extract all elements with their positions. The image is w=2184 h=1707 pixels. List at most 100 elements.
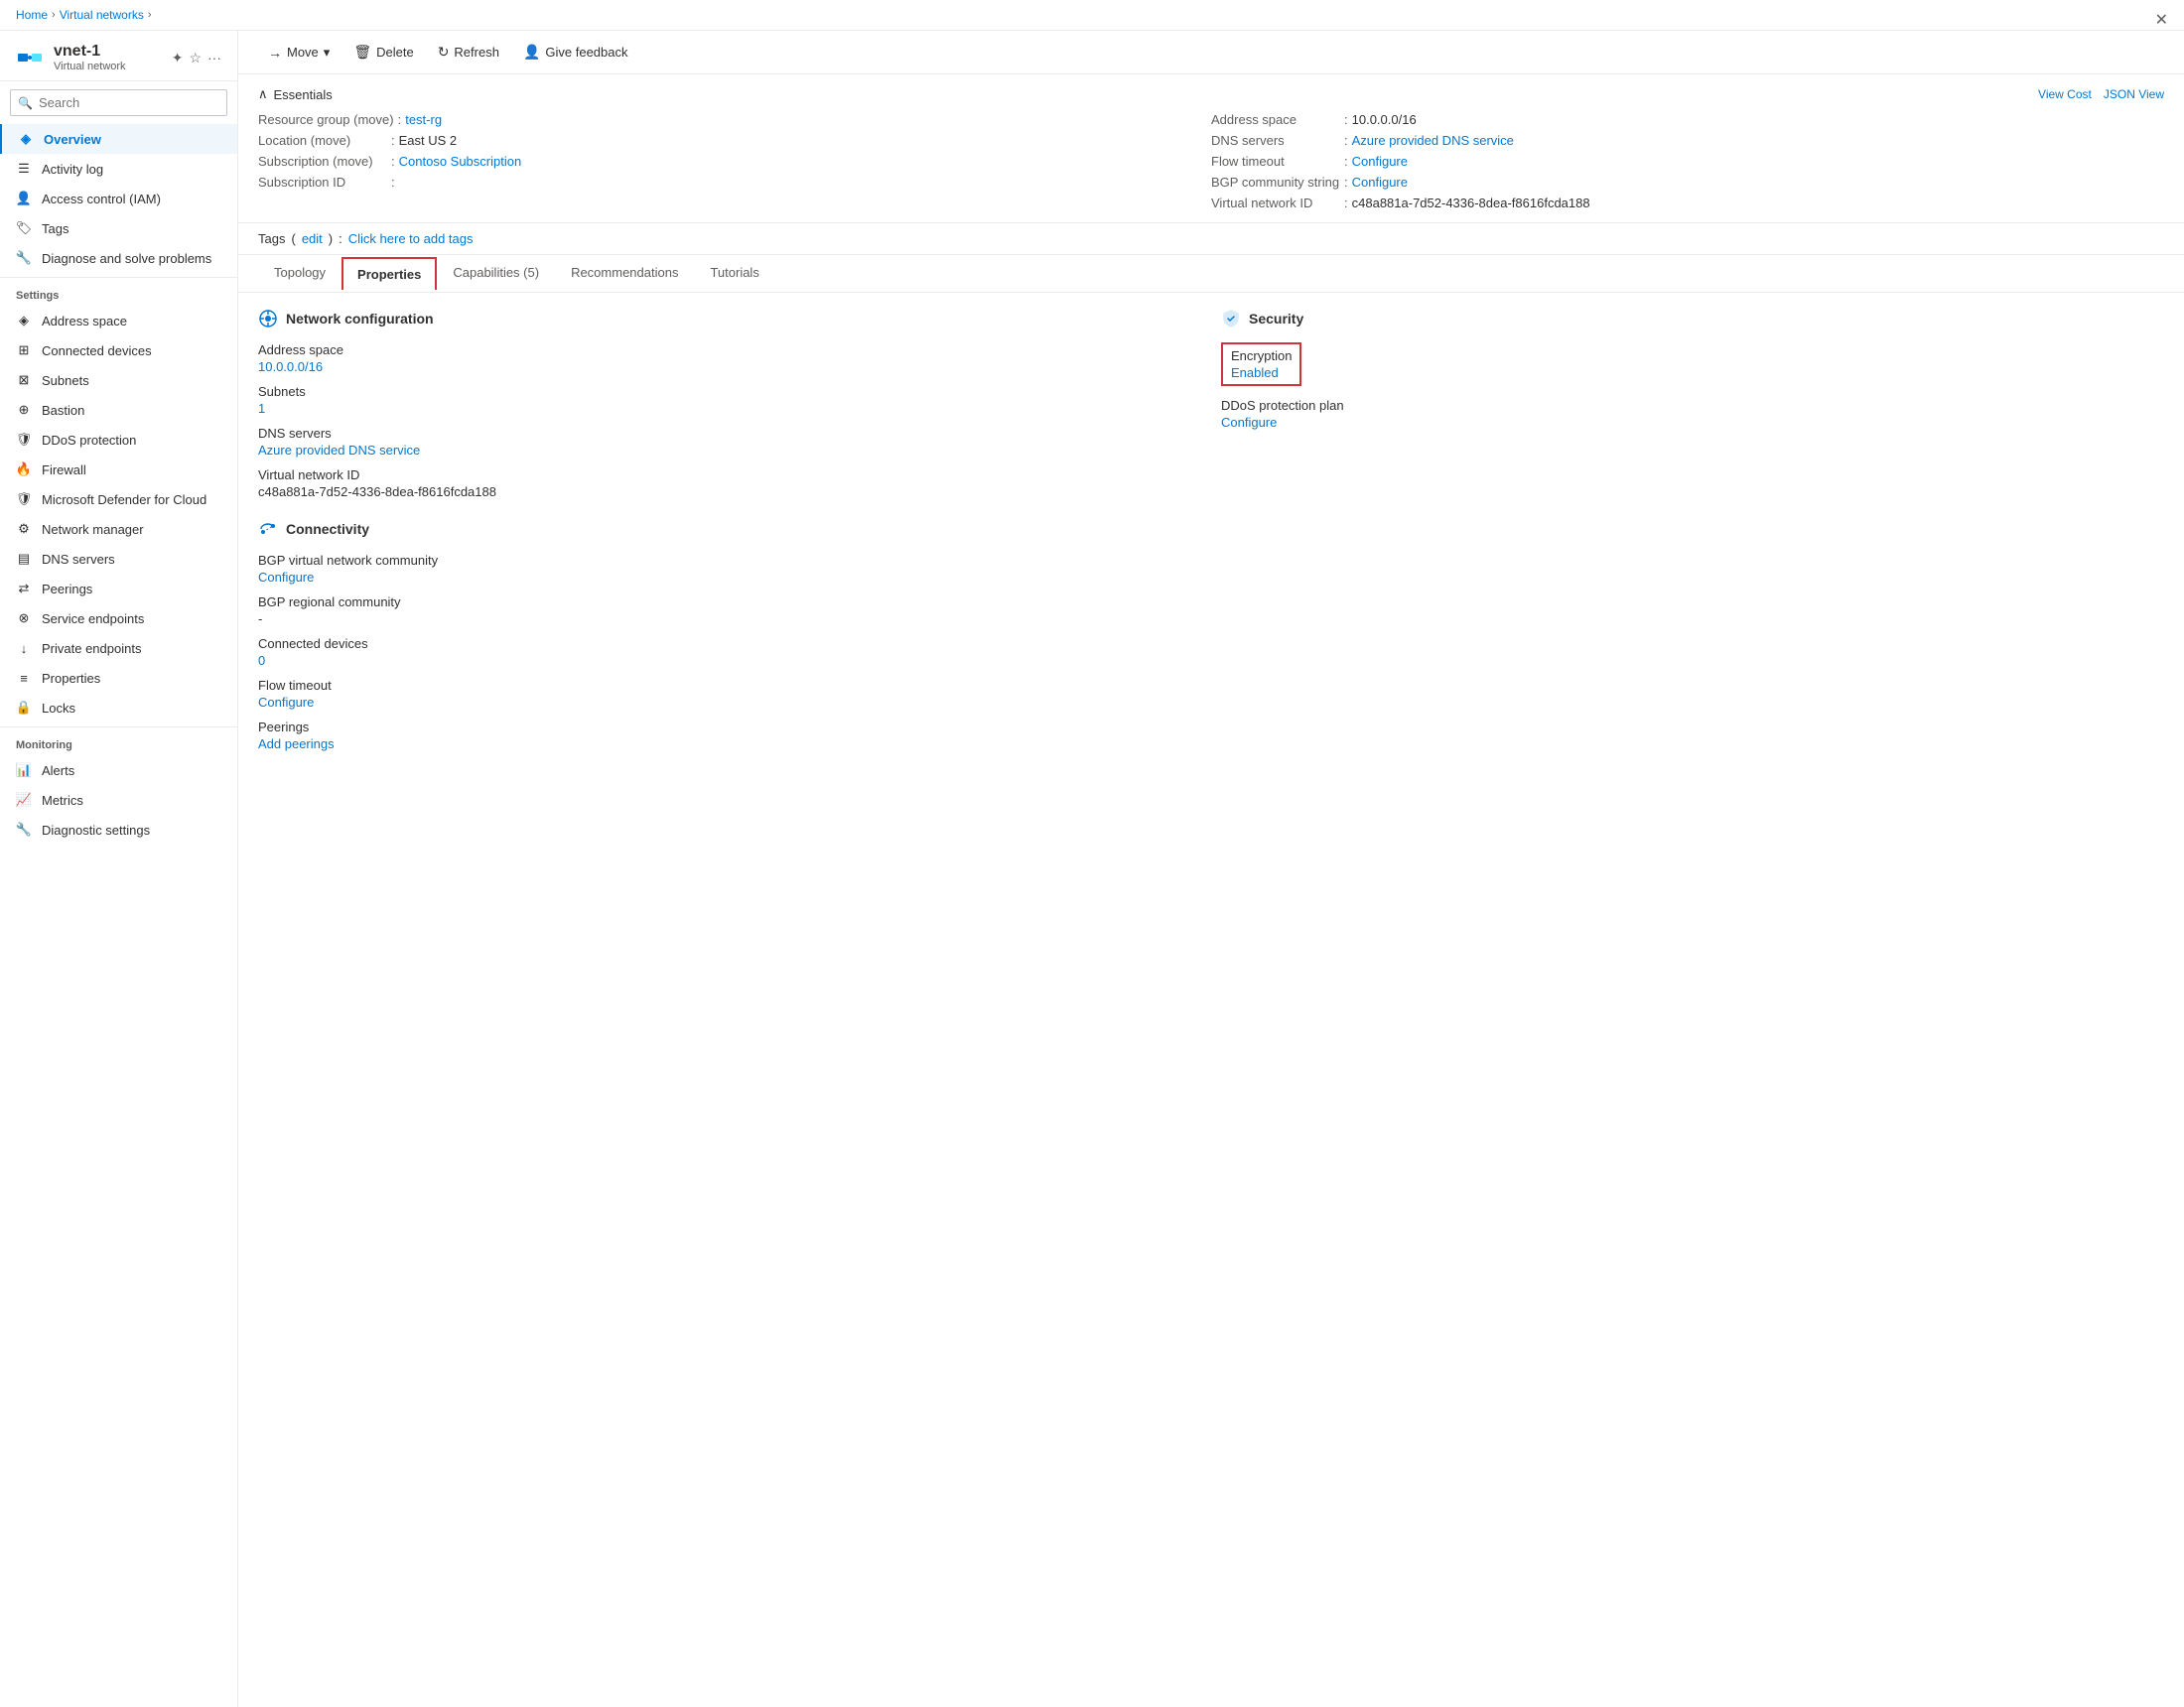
search-container: 🔍 — [10, 89, 227, 116]
breadcrumb-virtual-networks[interactable]: Virtual networks — [60, 8, 144, 22]
sidebar-item-locks[interactable]: 🔒Locks — [0, 693, 237, 722]
sidebar-item-address-space[interactable]: ◈Address space — [0, 306, 237, 335]
pin-icon[interactable]: ✦ — [172, 50, 184, 66]
tab-topology[interactable]: Topology — [258, 255, 341, 292]
sidebar-item-bastion[interactable]: ⊕Bastion — [0, 395, 237, 425]
toolbar: → Move ▾ 🗑 Delete ↻ Refresh 👤 Give feedb… — [238, 31, 2184, 74]
sidebar-item-metrics[interactable]: 📈Metrics — [0, 785, 237, 815]
star-icon[interactable]: ☆ — [189, 50, 202, 66]
move-button[interactable]: → Move ▾ — [258, 40, 340, 66]
sidebar-item-diagnostic-settings[interactable]: 🔧Diagnostic settings — [0, 815, 237, 845]
encryption-link[interactable]: Enabled — [1231, 365, 1279, 380]
add-peerings-link[interactable]: Add peerings — [258, 736, 335, 751]
tab-tutorials[interactable]: Tutorials — [694, 255, 774, 292]
properties-icon: ≡ — [16, 670, 32, 686]
sidebar-item-access-control[interactable]: 👤Access control (IAM) — [0, 184, 237, 213]
sidebar-item-private-endpoints[interactable]: ↓Private endpoints — [0, 633, 237, 663]
network-mgr-icon: ⚙ — [16, 521, 32, 537]
refresh-label: Refresh — [454, 45, 499, 60]
add-tags-link[interactable]: Click here to add tags — [348, 231, 474, 246]
essentials-label: Essentials — [274, 87, 333, 102]
view-cost-link[interactable]: View Cost — [2038, 87, 2092, 101]
dns-servers-link-ess[interactable]: Azure provided DNS service — [1352, 133, 1514, 148]
search-icon: 🔍 — [18, 96, 33, 110]
peerings-value: Add peerings — [258, 736, 1201, 751]
prop-bgp-community: BGP virtual network community Configure — [258, 553, 1201, 585]
resource-type: Virtual network — [54, 61, 126, 72]
feedback-button[interactable]: 👤 Give feedback — [513, 39, 638, 66]
essentials-header: ∧ Essentials View Cost JSON View — [258, 86, 2164, 102]
sidebar-item-subnets[interactable]: ⊠Subnets — [0, 365, 237, 395]
sidebar-item-firewall[interactable]: 🔥Firewall — [0, 455, 237, 484]
prop-bgp-regional: BGP regional community - — [258, 594, 1201, 626]
essentials-right-col: Address space : 10.0.0.0/16 DNS servers … — [1211, 112, 2164, 210]
sidebar-item-label-diagnose: Diagnose and solve problems — [42, 251, 211, 266]
breadcrumb-home[interactable]: Home — [16, 8, 48, 22]
sidebar-item-ms-defender[interactable]: 🛡Microsoft Defender for Cloud — [0, 484, 237, 514]
subnets-link[interactable]: 1 — [258, 401, 265, 416]
vnet-id-value-ess: c48a881a-7d52-4336-8dea-f8616fcda188 — [1352, 196, 1590, 210]
subscription-link[interactable]: Contoso Subscription — [399, 154, 522, 169]
security-icon — [1221, 309, 1241, 328]
refresh-button[interactable]: ↻ Refresh — [428, 39, 509, 66]
tab-capabilities[interactable]: Capabilities (5) — [437, 255, 555, 292]
alerts-icon: 📊 — [16, 762, 32, 778]
sidebar-item-connected-devices[interactable]: ⊞Connected devices — [0, 335, 237, 365]
dns-servers-link[interactable]: Azure provided DNS service — [258, 443, 420, 458]
sidebar-item-label-bastion: Bastion — [42, 403, 84, 418]
encryption-label: Encryption — [1231, 348, 1292, 363]
json-view-link[interactable]: JSON View — [2104, 87, 2164, 101]
sidebar-item-tags[interactable]: 🏷Tags — [0, 213, 237, 243]
sidebar-item-alerts[interactable]: 📊Alerts — [0, 755, 237, 785]
connected-devices-value: 0 — [258, 653, 1201, 668]
sidebar-item-properties[interactable]: ≡Properties — [0, 663, 237, 693]
close-button[interactable]: ✕ — [2155, 10, 2168, 30]
prop-connected-devices: Connected devices 0 — [258, 636, 1201, 668]
breadcrumb-sep-1: › — [52, 9, 56, 21]
defender-icon: 🛡 — [16, 491, 32, 507]
address-space-link[interactable]: 10.0.0.0/16 — [258, 359, 323, 374]
rg-link[interactable]: test-rg — [405, 112, 442, 127]
vnet-icon: ◈ — [18, 131, 34, 147]
location-move-link[interactable]: (move) — [311, 133, 350, 148]
bgp-community-link[interactable]: Configure — [258, 570, 314, 585]
nav-section-monitoring: Monitoring — [0, 731, 237, 755]
sidebar-item-network-manager[interactable]: ⚙Network manager — [0, 514, 237, 544]
address-space-value: 10.0.0.0/16 — [258, 359, 1201, 374]
sidebar-item-label-subnets: Subnets — [42, 373, 89, 388]
sidebar-item-activity-log[interactable]: ☰Activity log — [0, 154, 237, 184]
refresh-icon: ↻ — [438, 44, 450, 61]
sidebar-item-label-private-endpoints: Private endpoints — [42, 641, 141, 656]
connectivity-title: Connectivity — [286, 521, 369, 537]
sidebar-item-diagnose[interactable]: 🔧Diagnose and solve problems — [0, 243, 237, 273]
ddos-configure-link[interactable]: Configure — [1221, 415, 1277, 430]
search-input[interactable] — [10, 89, 227, 116]
sidebar-item-peerings[interactable]: ⇄Peerings — [0, 574, 237, 603]
sidebar-item-label-locks: Locks — [42, 701, 75, 716]
tab-recommendations[interactable]: Recommendations — [555, 255, 694, 292]
flow-timeout-link[interactable]: Configure — [258, 695, 314, 710]
tags-edit-link[interactable]: edit — [302, 231, 323, 246]
delete-button[interactable]: 🗑 Delete — [343, 39, 423, 66]
tab-properties[interactable]: Properties — [341, 257, 437, 290]
ddos-icon: 🛡 — [16, 432, 32, 448]
network-config-title: Network configuration — [286, 311, 434, 327]
dns-icon: ▤ — [16, 551, 32, 567]
rg-move-link[interactable]: (move) — [353, 112, 393, 127]
prop-encryption: Encryption Enabled — [1221, 342, 2164, 388]
encryption-value: Enabled — [1231, 365, 1292, 380]
security-header: Security — [1221, 309, 2164, 328]
sidebar-item-overview[interactable]: ◈Overview — [0, 124, 237, 154]
vnet-id-label-ess: Virtual network ID — [1211, 196, 1340, 210]
connected-devices-link[interactable]: 0 — [258, 653, 265, 668]
tabs-row: Topology Properties Capabilities (5) Rec… — [238, 255, 2184, 293]
flow-timeout-link-ess[interactable]: Configure — [1352, 154, 1408, 169]
address-icon: ◈ — [16, 313, 32, 328]
more-icon[interactable]: ··· — [207, 50, 221, 66]
subscription-move-link[interactable]: (move) — [333, 154, 372, 169]
sidebar-item-label-service-endpoints: Service endpoints — [42, 611, 144, 626]
bgp-community-link-ess[interactable]: Configure — [1352, 175, 1408, 190]
sidebar-item-service-endpoints[interactable]: ⊗Service endpoints — [0, 603, 237, 633]
sidebar-item-dns-servers[interactable]: ▤DNS servers — [0, 544, 237, 574]
sidebar-item-ddos-protection[interactable]: 🛡DDoS protection — [0, 425, 237, 455]
